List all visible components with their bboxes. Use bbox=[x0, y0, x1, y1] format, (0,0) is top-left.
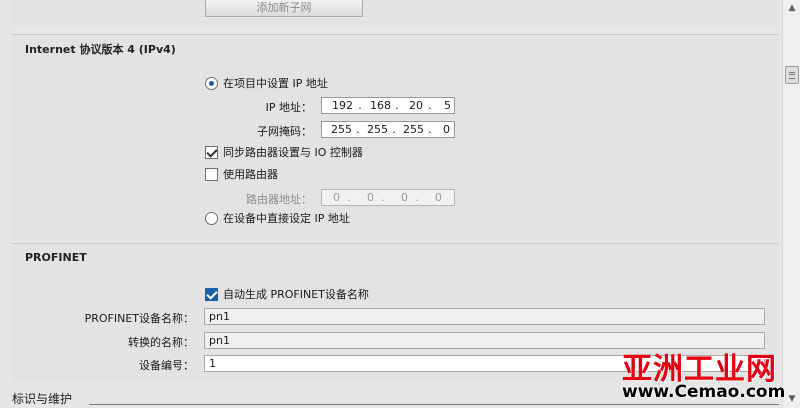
converted-name-label: 转换的名称： bbox=[128, 336, 194, 349]
set-ip-on-device-radio[interactable] bbox=[205, 211, 218, 225]
mask-octet-1: 255 bbox=[331, 123, 352, 136]
mask-octet-4: 0 bbox=[443, 123, 450, 136]
ipv4-section-title: Internet 协议版本 4 (IPv4) bbox=[25, 43, 176, 56]
mask-octet-2: 255 bbox=[367, 123, 388, 136]
profinet-section-title: PROFINET bbox=[25, 251, 87, 264]
use-router-option[interactable]: 使用路由器 bbox=[205, 166, 278, 182]
set-ip-in-project-label: 在项目中设置 IP 地址 bbox=[223, 77, 328, 90]
auto-generate-name-label: 自动生成 PROFINET设备名称 bbox=[223, 288, 369, 301]
set-ip-in-project-radio[interactable] bbox=[205, 76, 218, 90]
scroll-up-arrow-icon[interactable]: ▲ bbox=[786, 2, 798, 14]
identification-maintenance-heading[interactable]: 标识与维护 bbox=[12, 390, 72, 407]
router-octet-2: 0 bbox=[367, 191, 374, 204]
use-router-label: 使用路由器 bbox=[223, 168, 278, 181]
mask-octet-3: 255 bbox=[403, 123, 424, 136]
device-name-input[interactable]: pn1 bbox=[204, 308, 765, 325]
router-address-input[interactable]: 0 . 0 . 0 . 0 bbox=[321, 189, 455, 206]
ip-address-label: IP 地址： bbox=[265, 101, 312, 114]
subnet-panel: 添加新子网 bbox=[12, 0, 778, 26]
ip-octet-1: 192 bbox=[332, 99, 353, 112]
device-name-label: PROFINET设备名称： bbox=[84, 312, 194, 325]
subnet-mask-label: 子网掩码： bbox=[257, 125, 312, 138]
auto-generate-name-checkbox[interactable] bbox=[205, 287, 218, 301]
router-octet-3: 0 bbox=[401, 191, 408, 204]
scroll-thumb[interactable] bbox=[785, 66, 799, 84]
set-ip-on-device-label: 在设备中直接设定 IP 地址 bbox=[223, 212, 350, 225]
use-router-checkbox[interactable] bbox=[205, 167, 218, 181]
site-watermark: 亚洲工业网 www.Cemao.com bbox=[612, 344, 800, 408]
router-address-label: 路由器地址： bbox=[246, 193, 312, 206]
ip-octet-4: 5 bbox=[444, 99, 451, 112]
device-number-label: 设备编号： bbox=[139, 359, 194, 372]
set-ip-in-project-option[interactable]: 在项目中设置 IP 地址 bbox=[205, 75, 328, 91]
sync-router-label: 同步路由器设置与 IO 控制器 bbox=[223, 146, 363, 159]
sync-router-checkbox[interactable] bbox=[205, 145, 218, 159]
router-octet-1: 0 bbox=[333, 191, 340, 204]
sync-router-option[interactable]: 同步路由器设置与 IO 控制器 bbox=[205, 144, 363, 160]
add-subnet-button[interactable]: 添加新子网 bbox=[205, 0, 363, 17]
router-octet-4: 0 bbox=[435, 191, 442, 204]
ip-address-input[interactable]: 192 . 168 . 20 . 5 bbox=[321, 97, 455, 114]
auto-generate-name-option[interactable]: 自动生成 PROFINET设备名称 bbox=[205, 286, 369, 302]
subnet-mask-input[interactable]: 255 . 255 . 255 . 0 bbox=[321, 121, 455, 138]
ip-octet-3: 20 bbox=[409, 99, 423, 112]
ipv4-section: Internet 协议版本 4 (IPv4) 在项目中设置 IP 地址 IP 地… bbox=[12, 34, 778, 239]
set-ip-on-device-option[interactable]: 在设备中直接设定 IP 地址 bbox=[205, 210, 350, 226]
ip-octet-2: 168 bbox=[370, 99, 391, 112]
watermark-url: www.Cemao.com bbox=[622, 382, 786, 402]
